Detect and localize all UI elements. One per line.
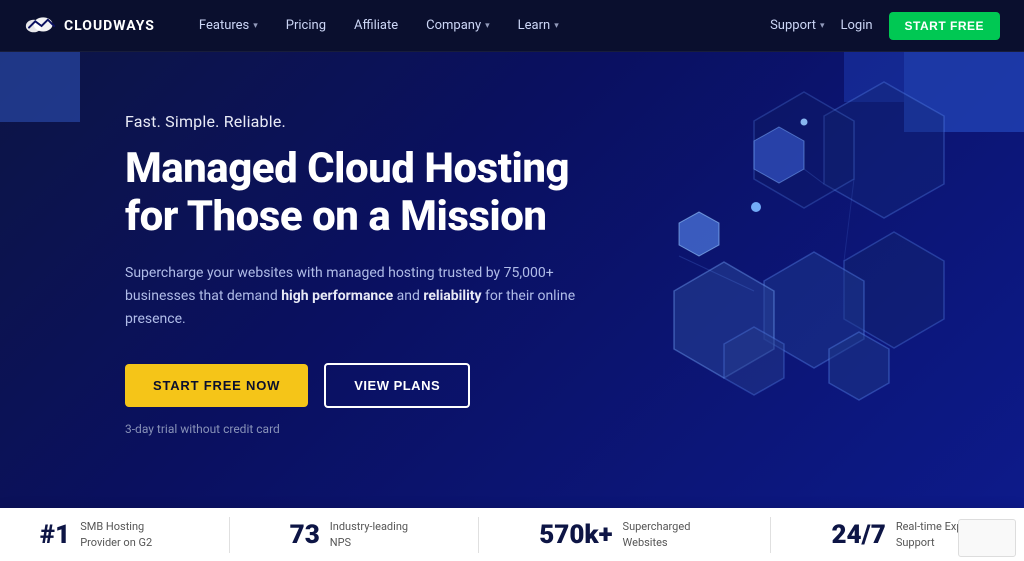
trial-note: 3-day trial without credit card [125,422,580,436]
stat-divider-3 [770,517,771,553]
stat-divider-1 [229,517,230,553]
hero-tagline: Fast. Simple. Reliable. [125,112,580,131]
nav-features[interactable]: Features ▾ [187,12,270,39]
stat-number-websites: 570k+ [539,520,612,550]
stat-label-rank: SMB Hosting Provider on G2 [80,519,168,550]
hero-section: Fast. Simple. Reliable. Managed Cloud Ho… [0,52,1024,508]
chevron-down-icon: ▾ [554,21,559,31]
brand-name: CLOUDWAYS [64,18,155,34]
nav-affiliate[interactable]: Affiliate [342,12,410,39]
stat-divider-2 [478,517,479,553]
hero-description: Supercharge your websites with managed h… [125,262,580,331]
stat-number-support: 24/7 [831,520,885,550]
hero-title: Managed Cloud Hosting for Those on a Mis… [125,145,580,242]
cta-buttons: START FREE NOW VIEW PLANS [125,363,580,408]
hero-content: Fast. Simple. Reliable. Managed Cloud Ho… [0,52,580,436]
stat-item-rank: #1 SMB Hosting Provider on G2 [40,519,169,550]
stat-number-rank: #1 [40,520,70,550]
navbar: CLOUDWAYS Features ▾ Pricing Affiliate C… [0,0,1024,52]
stat-item-nps: 73 Industry-leading NPS [290,519,419,550]
view-plans-button[interactable]: VIEW PLANS [324,363,470,408]
start-free-nav-button[interactable]: START FREE [889,12,1000,40]
start-free-now-button[interactable]: START FREE NOW [125,364,308,407]
logo-icon [24,15,56,37]
stat-number-nps: 73 [290,520,320,550]
stat-item-websites: 570k+ Supercharged Websites [539,519,710,550]
chevron-down-icon: ▾ [253,21,258,31]
chevron-down-icon: ▾ [485,21,490,31]
stat-label-websites: Supercharged Websites [623,519,711,550]
recaptcha-badge [958,519,1016,557]
nav-company[interactable]: Company ▾ [414,12,502,39]
nav-pricing[interactable]: Pricing [274,12,338,39]
chevron-down-icon: ▾ [820,21,825,31]
nav-links: Features ▾ Pricing Affiliate Company ▾ L… [187,12,770,39]
nav-right: Support ▾ Login START FREE [770,12,1000,40]
stats-bar: #1 SMB Hosting Provider on G2 73 Industr… [0,508,1024,561]
support-button[interactable]: Support ▾ [770,18,824,33]
logo[interactable]: CLOUDWAYS [24,15,155,37]
nav-learn[interactable]: Learn ▾ [506,12,571,39]
stat-label-nps: Industry-leading NPS [330,519,418,550]
login-button[interactable]: Login [840,18,872,33]
